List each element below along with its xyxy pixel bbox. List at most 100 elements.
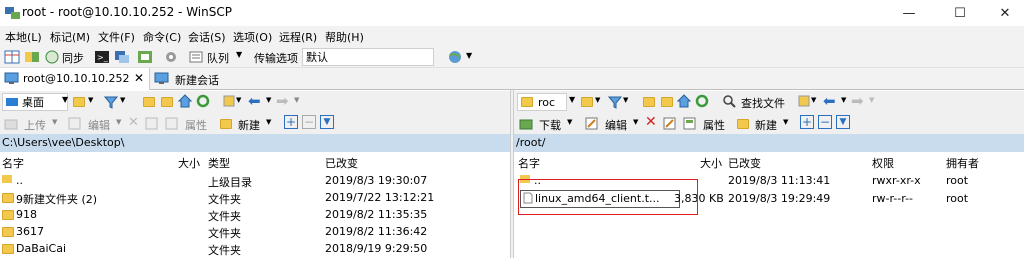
putty-icon[interactable]	[114, 50, 130, 64]
terminal-icon[interactable]: >_	[94, 50, 110, 64]
open-folder-dropdown-icon[interactable]: ▼	[88, 96, 93, 104]
local-location-select[interactable]: 桌面	[2, 93, 68, 111]
new-dropdown-icon[interactable]: ▼	[266, 118, 271, 126]
globe-dropdown-icon[interactable]: ▼	[466, 51, 472, 60]
remote-rename-icon[interactable]	[663, 117, 677, 130]
menu-options[interactable]: 选项(O)	[233, 29, 272, 45]
table-row[interactable]: 3617 文件夹 2019/8/2 11:36:42	[0, 223, 510, 241]
remote-delete-icon[interactable]: ✕	[645, 114, 657, 130]
find-files-button[interactable]: 查找文件	[741, 95, 785, 111]
back-dropdown-icon[interactable]: ▼	[266, 96, 271, 104]
remote-edit-button[interactable]: 编辑	[605, 117, 627, 133]
remote-properties-button[interactable]: 属性	[703, 117, 725, 133]
edit-dropdown-icon[interactable]: ▼	[116, 118, 121, 126]
menu-session[interactable]: 会话(S)	[188, 29, 226, 45]
local-col-size[interactable]: 大小	[178, 155, 200, 171]
menu-file[interactable]: 文件(F)	[98, 29, 135, 45]
compare-icon[interactable]	[4, 50, 20, 64]
remote-select-all-icon[interactable]: +	[800, 115, 814, 129]
transfer-options-select[interactable]: 默认	[302, 48, 434, 66]
open-folder-icon[interactable]	[73, 97, 85, 107]
remote-back-arrow-icon[interactable]: ⬅	[823, 92, 836, 110]
local-location-dropdown-icon[interactable]: ▼	[62, 95, 68, 104]
sync-browse-icon[interactable]	[24, 50, 40, 64]
remote-new-button[interactable]: 新建	[755, 117, 777, 133]
sync-label[interactable]: 同步	[62, 50, 84, 66]
remote-filter-icon[interactable]	[608, 95, 622, 109]
parent-dir-icon[interactable]	[143, 97, 155, 107]
remote-back-dropdown-icon[interactable]: ▼	[841, 96, 846, 104]
new-session-icon[interactable]	[154, 72, 169, 85]
remote-location-dropdown-icon[interactable]: ▼	[569, 95, 575, 104]
refresh-session-icon[interactable]	[137, 50, 153, 64]
local-new-button[interactable]: 新建	[238, 117, 260, 133]
table-row[interactable]: .. 上级目录 2019/8/3 19:30:07	[0, 172, 510, 190]
remote-open-dropdown-icon[interactable]: ▼	[595, 96, 600, 104]
remote-path-bar[interactable]: /root/	[514, 134, 1024, 152]
remote-new-folder-icon[interactable]	[737, 119, 749, 129]
menu-local[interactable]: 本地(L)	[5, 29, 42, 45]
filter-dropdown-icon[interactable]: ▼	[120, 96, 125, 104]
tab-session[interactable]: root@10.10.10.252 ✕	[0, 68, 150, 90]
download-dropdown-icon[interactable]: ▼	[567, 118, 572, 126]
remote-forward-dropdown-icon[interactable]: ▼	[869, 96, 874, 104]
globe-icon[interactable]	[447, 50, 463, 64]
table-row[interactable]: DaBaiCai 文件夹 2018/9/19 9:29:50	[0, 240, 510, 258]
new-folder-icon[interactable]	[220, 119, 232, 129]
remote-refresh-icon[interactable]	[695, 94, 709, 108]
filter-icon[interactable]	[104, 95, 118, 109]
menu-help[interactable]: 帮助(H)	[325, 29, 364, 45]
bookmark-icon[interactable]	[222, 94, 236, 108]
select-all-icon[interactable]: +	[284, 115, 298, 129]
find-files-icon[interactable]	[722, 94, 736, 108]
remote-forward-arrow-icon[interactable]: ➡	[851, 92, 864, 110]
properties-icon[interactable]	[165, 117, 179, 130]
unselect-icon[interactable]: −	[302, 115, 316, 129]
local-col-name[interactable]: 名字	[2, 155, 24, 171]
remote-col-changed[interactable]: 已改变	[728, 155, 761, 171]
local-edit-button[interactable]: 编辑	[88, 117, 110, 133]
remote-edit-icon[interactable]	[585, 117, 599, 130]
minimize-button[interactable]: —	[886, 0, 932, 26]
remote-col-size[interactable]: 大小	[700, 155, 722, 171]
remote-open-folder-icon[interactable]	[581, 97, 593, 107]
remote-col-owner[interactable]: 拥有者	[946, 155, 979, 171]
local-col-type[interactable]: 类型	[208, 155, 230, 171]
remote-col-rights[interactable]: 权限	[872, 155, 894, 171]
forward-arrow-icon[interactable]: ➡	[276, 92, 289, 110]
preferences-gear-icon[interactable]	[163, 50, 179, 64]
delete-icon[interactable]: ✕	[128, 115, 139, 130]
remote-bookmark-icon[interactable]	[797, 94, 811, 108]
remote-filter-dropdown-icon[interactable]: ▼	[623, 96, 628, 104]
menu-remote[interactable]: 远程(R)	[279, 29, 317, 45]
sync-icon[interactable]	[44, 50, 60, 64]
local-path-bar[interactable]: C:\Users\vee\Desktop\	[0, 134, 510, 152]
home-icon[interactable]	[178, 94, 192, 108]
queue-label[interactable]: 队列	[207, 50, 229, 66]
menu-command[interactable]: 命令(C)	[143, 29, 181, 45]
table-row[interactable]: 918 文件夹 2019/8/2 11:35:35	[0, 206, 510, 224]
table-row[interactable]: 9新建文件夹 (2) 文件夹 2019/7/22 13:12:21	[0, 189, 510, 207]
remote-edit-dropdown-icon[interactable]: ▼	[633, 118, 638, 126]
filter-select-icon[interactable]: ▼	[320, 115, 334, 129]
maximize-button[interactable]: ☐	[937, 0, 983, 26]
remote-parent-dir-icon[interactable]	[643, 97, 655, 107]
edit-icon[interactable]	[68, 117, 82, 130]
root-dir-icon[interactable]	[161, 97, 173, 107]
upload-icon[interactable]	[4, 117, 18, 130]
back-arrow-icon[interactable]: ⬅	[248, 92, 261, 110]
download-button[interactable]: 下载	[539, 117, 561, 133]
remote-col-name[interactable]: 名字	[518, 155, 540, 171]
menu-mark[interactable]: 标记(M)	[50, 29, 90, 45]
download-icon[interactable]	[519, 117, 533, 130]
close-button[interactable]: ✕	[982, 0, 1024, 26]
local-col-changed[interactable]: 已改变	[325, 155, 358, 171]
upload-button[interactable]: 上传	[24, 117, 46, 133]
tab-close-icon[interactable]: ✕	[134, 71, 144, 85]
remote-unselect-icon[interactable]: −	[818, 115, 832, 129]
local-properties-button[interactable]: 属性	[185, 117, 207, 133]
bookmark-dropdown-icon[interactable]: ▼	[236, 96, 241, 104]
forward-dropdown-icon[interactable]: ▼	[294, 96, 299, 104]
remote-bookmark-dropdown-icon[interactable]: ▼	[811, 96, 816, 104]
remote-properties-icon[interactable]	[683, 117, 697, 130]
